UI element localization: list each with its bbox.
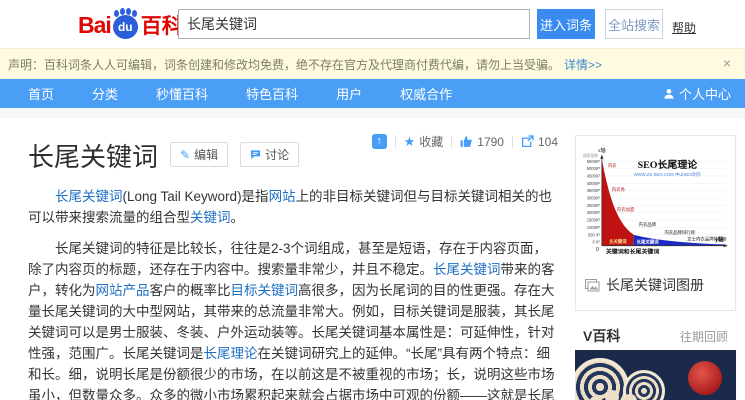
svg-text:5000IP: 5000IP (587, 166, 600, 171)
enter-entry-button[interactable]: 进入词条 (537, 9, 595, 39)
disclaimer-bar: 声明：百科词条人人可编辑，词条创建和修改均免费，绝不存在官方及代理商付费代编，请… (0, 48, 745, 79)
help-link[interactable]: 帮助 (672, 19, 696, 36)
nav-item-5[interactable]: 用户 (336, 84, 362, 103)
page-background-strip (0, 108, 745, 118)
svg-text:1000IP: 1000IP (587, 225, 600, 230)
v-baike-card: V百科 往期回顾 (575, 322, 736, 400)
svg-text:0: 0 (596, 247, 599, 253)
album-caption-row[interactable]: 长尾关键词图册 (585, 275, 735, 295)
svg-text:内衣: 内衣 (608, 162, 617, 169)
svg-text:长尾关键词: 长尾关键词 (637, 239, 659, 246)
discuss-button[interactable]: 讨论 (240, 142, 299, 167)
svg-text:内衣加盟: 内衣加盟 (617, 206, 635, 213)
inline-link[interactable]: 长尾理论 (204, 346, 258, 361)
nav-item-1[interactable]: 首页 (28, 84, 54, 103)
user-center-button[interactable]: 个人中心 (663, 84, 731, 103)
v-baike-header: V百科 往期回顾 (575, 322, 736, 350)
title-row: 长尾关键词 ✎ 编辑 讨论 (28, 144, 558, 170)
nav-item-4[interactable]: 特色百科 (246, 84, 298, 103)
svg-text:WWW.ZS-SEO.COM 中山SEO制作: WWW.ZS-SEO.COM 中山SEO制作 (634, 171, 702, 178)
page-title: 长尾关键词 (28, 144, 158, 170)
search-input[interactable] (178, 9, 530, 39)
paragraph: 长尾关键词的特征是比较长，往往是2-3个词组成，甚至是短语，存在于内容页面，除了… (28, 238, 558, 400)
baike-page: Bai du 百科 进入词条 全站搜索 帮助 声明：百科词条人人可编辑，词条创建… (0, 0, 745, 400)
svg-text:0 IP: 0 IP (592, 240, 600, 245)
nav-item-2[interactable]: 分类 (92, 84, 118, 103)
album-card: 5500IP 5000IP 4500IP 4000IP 3500IP 3000IP 2500… (575, 135, 736, 311)
nav-item-6[interactable]: 权威合作 (400, 84, 452, 103)
past-review-link[interactable]: 往期回顾 (680, 328, 728, 345)
text-run: 客户的概率比 (150, 283, 231, 298)
paragraph: 长尾关键词(Long Tail Keyword)是指网站上的非目标关键词但与目标… (28, 186, 558, 228)
inline-link[interactable]: 网站 (269, 189, 296, 204)
svg-text:关键词和长尾关键词: 关键词和长尾关键词 (606, 248, 660, 256)
pencil-icon: ✎ (180, 148, 190, 162)
user-center-label: 个人中心 (679, 84, 731, 103)
album-image[interactable]: 5500IP 5000IP 4500IP 4000IP 3500IP 3000IP 2500… (582, 143, 729, 261)
wave-foam (605, 390, 619, 400)
close-icon[interactable]: × (723, 55, 731, 71)
svg-text:500 IP: 500 IP (588, 232, 600, 237)
baidu-baike-logo[interactable]: Bai du 百科 (78, 10, 183, 40)
seo-longtail-chart: 5500IP 5000IP 4500IP 4000IP 3500IP 3000IP 2500… (582, 143, 729, 266)
wave-illustration (623, 370, 665, 400)
album-caption: 长尾关键词图册 (606, 275, 704, 295)
content-area: ↑ ★ 收藏 1790 104 (0, 118, 745, 400)
svg-text:y轴: y轴 (715, 236, 724, 244)
svg-text:搜索指数: 搜索指数 (583, 153, 598, 158)
article-main: 长尾关键词 ✎ 编辑 讨论 长尾关键词(Long Tail Keyword)是指… (28, 134, 558, 400)
edit-label: 编辑 (194, 146, 218, 163)
svg-text:4000IP: 4000IP (587, 181, 600, 186)
svg-text:3000IP: 3000IP (587, 196, 600, 201)
top-header: Bai du 百科 进入词条 全站搜索 帮助 (0, 0, 745, 48)
inline-link[interactable]: 长尾关键词 (55, 189, 123, 204)
svg-text:主关键词: 主关键词 (609, 238, 627, 245)
svg-text:SEO长尾理论: SEO长尾理论 (638, 158, 699, 171)
v-baike-promo-image[interactable] (575, 350, 736, 400)
inline-link[interactable]: 关键词 (190, 210, 231, 225)
text-run: (Long Tail Keyword)是指 (123, 189, 269, 204)
speech-bubble-icon (250, 149, 261, 160)
main-nav: 首页 分类 秒懂百科 特色百科 用户 权威合作 个人中心 (0, 79, 745, 108)
baidu-paw-icon: du (113, 15, 138, 39)
svg-text:内衣秀: 内衣秀 (612, 186, 626, 193)
disclaimer-text: 声明：百科词条人人可编辑，词条创建和修改均免费，绝不存在官方及代理商付费代编，请… (8, 56, 560, 73)
logo-text-bai: Bai (78, 12, 111, 39)
person-icon (663, 88, 675, 100)
disclaimer-detail-link[interactable]: 详情>> (564, 56, 602, 73)
svg-text:5500IP: 5500IP (587, 159, 600, 164)
svg-text:内衣品牌排行榜: 内衣品牌排行榜 (664, 229, 695, 236)
inline-link[interactable]: 目标关键词 (231, 283, 299, 298)
inline-link[interactable]: 网站产品 (96, 283, 150, 298)
logo-text-du: du (113, 20, 138, 34)
picture-icon (585, 279, 600, 292)
wave-illustration (575, 358, 629, 400)
svg-text:内衣品牌: 内衣品牌 (639, 221, 657, 228)
edit-button[interactable]: ✎ 编辑 (170, 142, 228, 167)
v-baike-title: V百科 (583, 326, 620, 346)
svg-text:4500IP: 4500IP (587, 173, 600, 178)
article-paragraphs: 长尾关键词(Long Tail Keyword)是指网站上的非目标关键词但与目标… (28, 186, 558, 400)
svg-text:x轴: x轴 (598, 147, 605, 154)
red-sun-illustration (688, 361, 722, 395)
discuss-label: 讨论 (265, 146, 289, 163)
svg-text:3500IP: 3500IP (587, 188, 600, 193)
svg-text:2500IP: 2500IP (587, 203, 600, 208)
svg-text:2000IP: 2000IP (587, 210, 600, 215)
nav-item-3[interactable]: 秒懂百科 (156, 84, 208, 103)
nav-items: 首页 分类 秒懂百科 特色百科 用户 权威合作 (0, 84, 452, 103)
inline-link[interactable]: 长尾关键词 (433, 262, 501, 277)
logo-text-baike: 百科 (141, 10, 183, 40)
svg-text:1500IP: 1500IP (587, 218, 600, 223)
site-search-button[interactable]: 全站搜索 (605, 9, 663, 39)
text-run: 。 (231, 210, 245, 225)
